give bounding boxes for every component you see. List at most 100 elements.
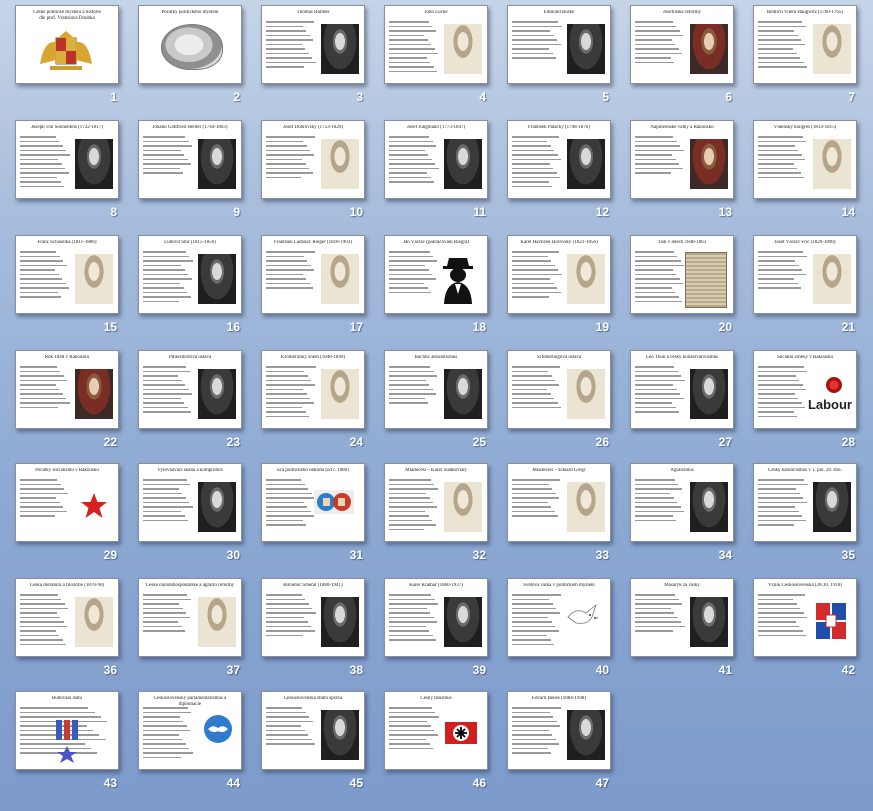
slide-preview[interactable]: Josef Václav Frič (1829-1890) <box>753 235 857 314</box>
slide-thumbnail[interactable]: Bedřich Vilém Haugwitz (1700-1765) 7 <box>753 5 857 105</box>
slide-preview[interactable]: Karel Havlíček Borovský (1821-1856) <box>507 235 611 314</box>
slide-thumbnail[interactable]: Tisk v letech 1848-1863 20 <box>630 235 734 335</box>
slide-preview[interactable]: České politické myšlení a historie dle p… <box>15 5 119 84</box>
slide-preview[interactable]: Československý parlamentarismus a diplom… <box>138 691 242 770</box>
slide-thumbnail[interactable]: Joseph von Sonnenfels (1732-1817) 8 <box>15 120 119 220</box>
slide-preview[interactable]: Bedřich Vilém Haugwitz (1700-1765) <box>753 5 857 84</box>
slide-preview[interactable]: Karel Kramář (1860-1937) <box>384 578 488 657</box>
slide-thumbnail[interactable]: Budování státu 43 <box>15 691 119 791</box>
slide-preview[interactable]: Mladočeši – Karel Sladkovský <box>384 463 488 542</box>
slide-preview[interactable]: Počátky politického myšlení <box>138 5 242 84</box>
slide-preview[interactable]: Josefínské reformy <box>630 5 734 84</box>
slide-preview[interactable]: Ľudovít Štúr (1815-1856) <box>138 235 242 314</box>
slide-preview[interactable]: Budování státu <box>15 691 119 770</box>
text-line <box>758 140 806 142</box>
slide-thumbnail[interactable]: Josef Dobrovský (1753-1829) 10 <box>261 120 365 220</box>
slide-preview[interactable]: František Palacký (1798-1876) <box>507 120 611 199</box>
slide-thumbnail[interactable]: Sociální změny v Rakousku Labour 28 <box>753 350 857 450</box>
slide-preview[interactable]: Světová válka v politickém myšlení <box>507 578 611 657</box>
slide-thumbnail[interactable]: České politické myšlení a historie dle p… <box>15 5 119 105</box>
slide-thumbnail[interactable]: České národohospodářské a agrární reform… <box>138 578 242 678</box>
slide-thumbnail[interactable]: Vyrovnávací snaha a kompromis 30 <box>138 463 242 563</box>
slide-thumbnail[interactable]: Éra politického neklidu (od r. 1880) 31 <box>261 463 365 563</box>
slide-thumbnail[interactable]: Jan Václav (pokračování Riegra) 18 <box>384 235 488 335</box>
slide-preview[interactable]: Mladočeši – Eduard Grégr <box>507 463 611 542</box>
slide-preview[interactable]: František Ladislav Rieger (1818-1903) <box>261 235 365 314</box>
slide-thumbnail[interactable]: Počátky socialismu v Rakousku 29 <box>15 463 119 563</box>
text-line <box>635 393 680 395</box>
slide-thumbnail[interactable]: Pillersdorfova ústava 23 <box>138 350 242 450</box>
slide-preview[interactable]: Tisk v letech 1848-1863 <box>630 235 734 314</box>
slide-preview[interactable]: Johann Gottfried Herder (1744-1803) <box>138 120 242 199</box>
slide-preview[interactable]: Počátky socialismu v Rakousku <box>15 463 119 542</box>
slide-preview[interactable]: Franz Schuselka (1811-1886) <box>15 235 119 314</box>
slide-preview[interactable]: Bohumír Šmeral (1880-1941) <box>261 578 365 657</box>
slide-thumbnail[interactable]: Agrarismus 34 <box>630 463 734 563</box>
slide-preview[interactable]: Schmerlingova ústava <box>507 350 611 429</box>
slide-thumbnail[interactable]: Československý parlamentarismus a diplom… <box>138 691 242 791</box>
slide-preview[interactable]: Edmund Burke <box>507 5 611 84</box>
slide-thumbnail[interactable]: Česká literatura a filozofie (1870-90) 36 <box>15 578 119 678</box>
slide-preview[interactable]: Československá státní správa <box>261 691 365 770</box>
slide-thumbnail[interactable]: Československá státní správa 45 <box>261 691 365 791</box>
slide-thumbnail[interactable]: František Ladislav Rieger (1818-1903) 17 <box>261 235 365 335</box>
slide-thumbnail[interactable]: Edmund Burke 5 <box>507 5 611 105</box>
slide-preview[interactable]: České národohospodářské a agrární reform… <box>138 578 242 657</box>
slide-thumbnail[interactable]: Ľudovít Štúr (1815-1856) 16 <box>138 235 242 335</box>
slide-preview[interactable]: Joseph von Sonnenfels (1732-1817) <box>15 120 119 199</box>
slide-preview[interactable]: Jan Václav (pokračování Riegra) <box>384 235 488 314</box>
slide-preview[interactable]: Masaryk za války <box>630 578 734 657</box>
slide-thumbnail[interactable]: František Palacký (1798-1876) 12 <box>507 120 611 220</box>
slide-thumbnail[interactable]: Rok 1848 v Rakousku 22 <box>15 350 119 450</box>
slide-thumbnail[interactable]: Josefínské reformy 6 <box>630 5 734 105</box>
slide-thumbnail[interactable]: Kroměřížský sněm (1848-1849) 24 <box>261 350 365 450</box>
slide-preview[interactable]: Pillersdorfova ústava <box>138 350 242 429</box>
slide-thumbnail[interactable]: Masaryk za války 41 <box>630 578 734 678</box>
slide-preview[interactable]: Leo Thun a český konzervativismus <box>630 350 734 429</box>
text-line <box>635 48 679 50</box>
slide-preview[interactable]: Český katolicismus v 1. pol. 20. stol. <box>753 463 857 542</box>
slide-preview[interactable]: Josef Dobrovský (1753-1829) <box>261 120 365 199</box>
slide-preview[interactable]: Edvard Beneš (1884-1948) <box>507 691 611 770</box>
slide-thumbnail[interactable]: Karel Kramář (1860-1937) 39 <box>384 578 488 678</box>
slide-preview[interactable]: Rok 1848 v Rakousku <box>15 350 119 429</box>
slide-thumbnail[interactable]: Mladočeši – Karel Sladkovský 32 <box>384 463 488 563</box>
slide-thumbnail[interactable]: Vznik Československa (28.10. 1918) 42 <box>753 578 857 678</box>
slide-thumbnail[interactable]: Počátky politického myšlení 2 <box>138 5 242 105</box>
slide-preview[interactable]: Éra politického neklidu (od r. 1880) <box>261 463 365 542</box>
slide-thumbnail[interactable]: Vídeňský kongres (1814-1815) 14 <box>753 120 857 220</box>
slide-preview[interactable]: Česká literatura a filozofie (1870-90) <box>15 578 119 657</box>
slide-thumbnail[interactable]: Bohumír Šmeral (1880-1941) 38 <box>261 578 365 678</box>
text-line <box>758 172 801 174</box>
slide-preview[interactable]: Vznik Československa (28.10. 1918) <box>753 578 857 657</box>
slide-preview[interactable]: Bachův absolutismus <box>384 350 488 429</box>
slide-preview[interactable]: Agrarismus <box>630 463 734 542</box>
slide-thumbnail[interactable]: Josef Václav Frič (1829-1890) 21 <box>753 235 857 335</box>
slide-thumbnail[interactable]: Světová válka v politickém myšlení 40 <box>507 578 611 678</box>
slide-thumbnail[interactable]: Franz Schuselka (1811-1886) 15 <box>15 235 119 335</box>
slide-thumbnail[interactable]: Český katolicismus v 1. pol. 20. stol. 35 <box>753 463 857 563</box>
slide-preview[interactable]: Vyrovnávací snaha a kompromis <box>138 463 242 542</box>
slide-preview[interactable]: Josef Jungmann (1773-1847) <box>384 120 488 199</box>
slide-preview[interactable]: Vídeňský kongres (1814-1815) <box>753 120 857 199</box>
slide-thumbnail[interactable]: Napoleonské války a Rakousko 13 <box>630 120 734 220</box>
slide-thumbnail[interactable]: Johann Gottfried Herder (1744-1803) 9 <box>138 120 242 220</box>
slide-thumbnail[interactable]: Thomas Hobbes 3 <box>261 5 365 105</box>
slide-thumbnail[interactable]: Josef Jungmann (1773-1847) 11 <box>384 120 488 220</box>
text-line <box>266 594 302 596</box>
slide-thumbnail[interactable]: Mladočeši – Eduard Grégr 33 <box>507 463 611 563</box>
slide-thumbnail[interactable]: John Locke 4 <box>384 5 488 105</box>
slide-thumbnail[interactable]: Český fašismus 46 <box>384 691 488 791</box>
slide-preview[interactable]: John Locke <box>384 5 488 84</box>
slide-thumbnail[interactable]: Edvard Beneš (1884-1948) 47 <box>507 691 611 791</box>
slide-thumbnail[interactable]: Leo Thun a český konzervativismus 27 <box>630 350 734 450</box>
slide-thumbnail[interactable]: Karel Havlíček Borovský (1821-1856) 19 <box>507 235 611 335</box>
slide-thumbnail[interactable]: Bachův absolutismus 25 <box>384 350 488 450</box>
slide-preview[interactable]: Kroměřížský sněm (1848-1849) <box>261 350 365 429</box>
slide-number: 33 <box>595 548 609 562</box>
slide-thumbnail[interactable]: Schmerlingova ústava 26 <box>507 350 611 450</box>
slide-preview[interactable]: Napoleonské války a Rakousko <box>630 120 734 199</box>
slide-preview[interactable]: Sociální změny v Rakousku Labour <box>753 350 857 429</box>
slide-preview[interactable]: Český fašismus <box>384 691 488 770</box>
slide-preview[interactable]: Thomas Hobbes <box>261 5 365 84</box>
